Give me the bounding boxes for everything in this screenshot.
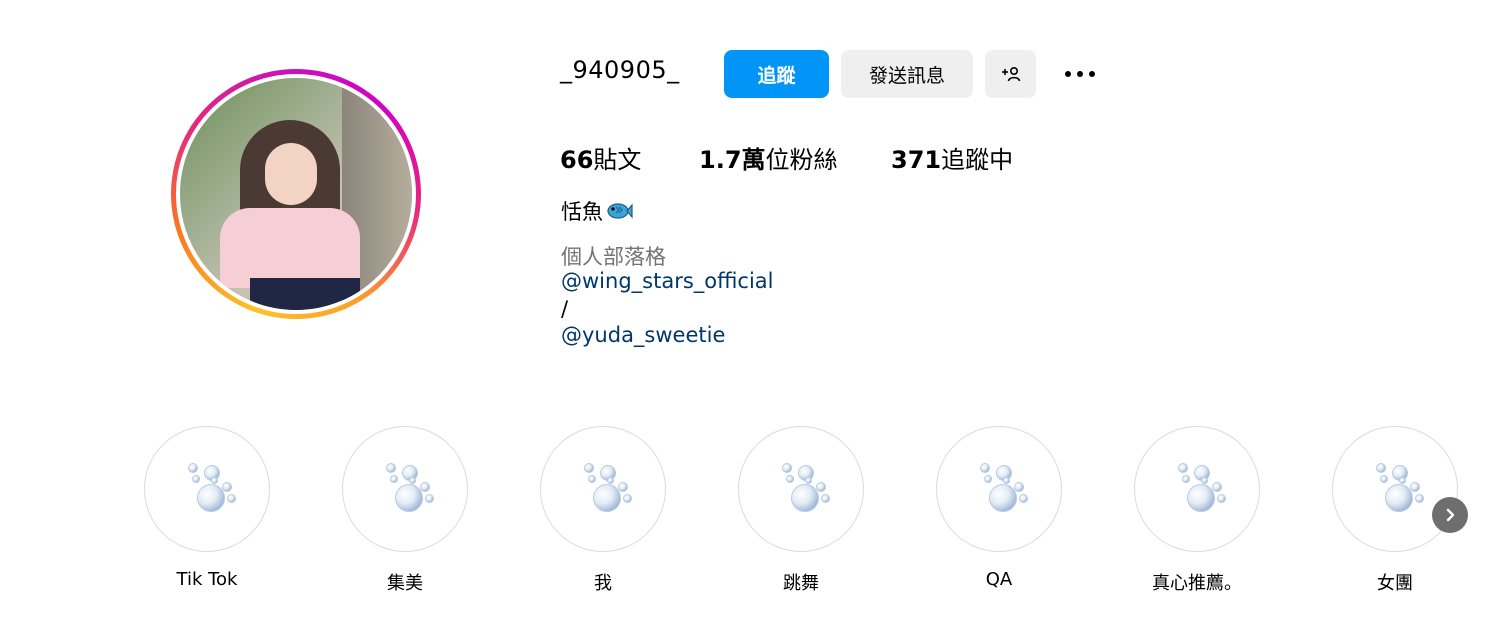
highlight-item[interactable]: QA <box>935 426 1063 590</box>
profile-username: _940905_ <box>560 56 680 84</box>
highlight-item[interactable]: 跳舞 <box>737 426 865 594</box>
highlight-label: 跳舞 <box>783 573 819 594</box>
next-arrow-button[interactable] <box>1432 497 1468 533</box>
followers-label: 位粉絲 <box>765 146 838 174</box>
bio-separator: / <box>561 297 569 321</box>
highlight-cover-icon <box>738 426 864 552</box>
bio-mention-link[interactable]: @yuda_sweetie <box>561 323 725 347</box>
photo-shirt <box>220 208 360 288</box>
highlight-item[interactable]: 集美 <box>341 426 469 594</box>
fish-icon <box>607 203 633 219</box>
bio-name-row: 恬魚 <box>561 196 633 226</box>
posts-count: 66 <box>560 146 594 174</box>
bio-name: 恬魚 <box>561 200 603 224</box>
highlight-label: 女團 <box>1377 573 1413 594</box>
following-count: 371 <box>891 146 942 174</box>
followers-count: 1.7萬 <box>699 146 766 174</box>
posts-label: 貼文 <box>593 146 642 174</box>
avatar-photo <box>180 78 412 310</box>
posts-stat[interactable]: 66貼文 <box>560 140 641 175</box>
highlight-cover-icon <box>144 426 270 552</box>
bio-category: 個人部落格 <box>561 245 666 269</box>
follow-button[interactable]: 追蹤 <box>724 50 829 98</box>
highlight-item[interactable]: 我 <box>539 426 667 594</box>
following-stat[interactable]: 371追蹤中 <box>891 140 1013 175</box>
highlight-cover-icon <box>342 426 468 552</box>
highlight-item[interactable]: Tik Tok <box>143 426 271 590</box>
highlight-cover-icon <box>1332 426 1458 552</box>
chevron-right-icon <box>1446 508 1455 522</box>
add-user-button[interactable] <box>985 50 1036 98</box>
highlight-label: QA <box>985 569 1013 590</box>
highlight-cover-icon <box>936 426 1062 552</box>
followers-stat[interactable]: 1.7萬位粉絲 <box>699 140 838 175</box>
following-label: 追蹤中 <box>941 146 1014 174</box>
bio-mention-link[interactable]: @wing_stars_official <box>561 269 774 293</box>
more-options-icon[interactable] <box>1060 60 1100 88</box>
highlight-label: 我 <box>594 573 612 594</box>
highlight-label: Tik Tok <box>176 569 238 590</box>
highlight-item[interactable]: 真心推薦。 <box>1133 426 1261 594</box>
add-user-icon <box>1001 66 1020 82</box>
photo-skirt <box>250 278 360 310</box>
highlight-label: 集美 <box>387 573 423 594</box>
highlight-cover-icon <box>540 426 666 552</box>
profile-avatar[interactable] <box>171 69 421 319</box>
photo-face <box>265 143 317 205</box>
send-message-button[interactable]: 發送訊息 <box>841 50 973 98</box>
highlight-label: 真心推薦。 <box>1152 573 1242 594</box>
highlight-cover-icon <box>1134 426 1260 552</box>
highlight-item[interactable]: 女團 <box>1331 426 1459 594</box>
